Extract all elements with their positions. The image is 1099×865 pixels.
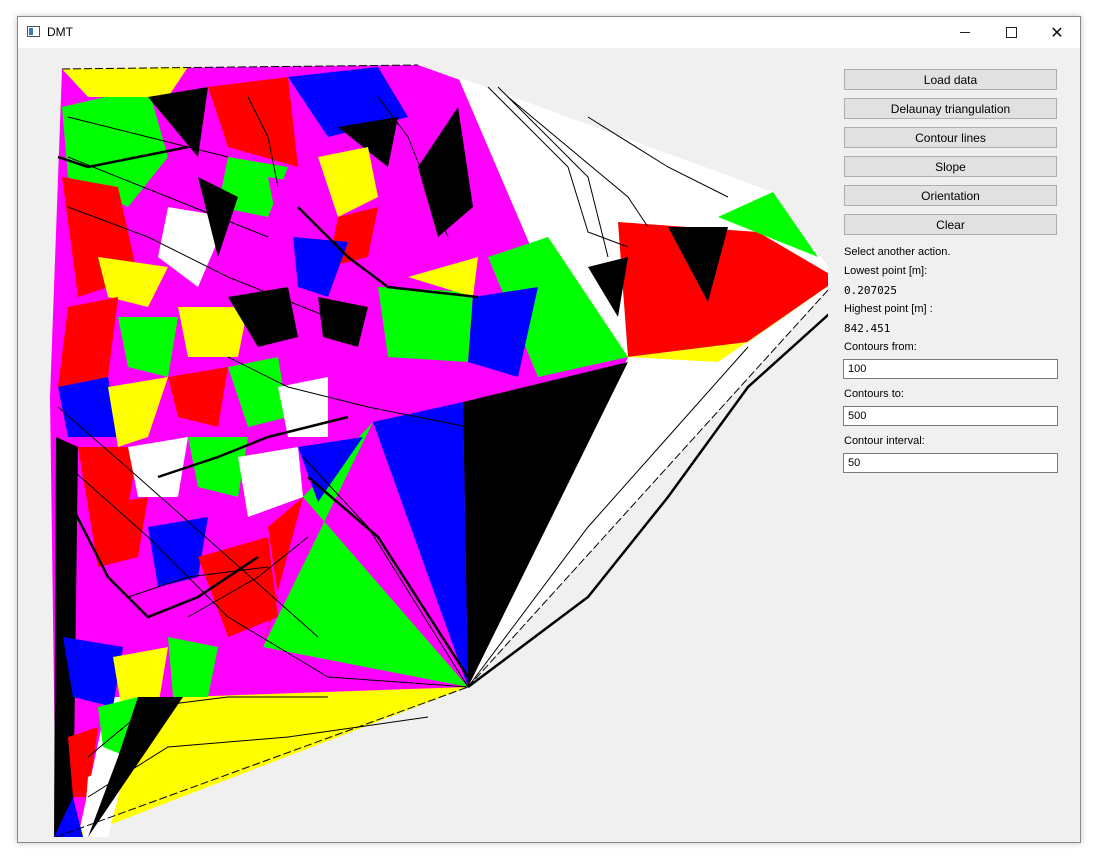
app-window: DMT ✕ Load data Delaunay triangulation C… (17, 16, 1081, 843)
triangle (78, 447, 138, 507)
close-button[interactable]: ✕ (1034, 17, 1080, 48)
contour-lines-button[interactable]: Contour lines (844, 127, 1057, 148)
minimize-button[interactable] (942, 17, 988, 48)
contours-from-label: Contours from: (844, 341, 917, 353)
delaunay-button[interactable]: Delaunay triangulation (844, 98, 1057, 119)
contour-interval-input[interactable] (843, 453, 1058, 473)
contours-to-label: Contours to: (844, 388, 904, 400)
orientation-button[interactable]: Orientation (844, 185, 1057, 206)
highest-point-value: 842.451 (844, 322, 891, 335)
maximize-icon (1005, 27, 1017, 38)
slope-button[interactable]: Slope (844, 156, 1057, 177)
title-bar[interactable]: DMT ✕ (18, 17, 1080, 48)
terrain-canvas[interactable] (28, 57, 828, 837)
close-icon: ✕ (1050, 24, 1064, 42)
triangle (58, 377, 118, 437)
triangle (128, 437, 188, 497)
window-title: DMT (47, 25, 73, 39)
triangle (378, 287, 473, 362)
contours-to-input[interactable] (843, 406, 1058, 426)
contour-interval-label: Contour interval: (844, 435, 925, 447)
app-icon (27, 26, 40, 37)
minimize-icon (960, 32, 970, 33)
triangle (178, 307, 248, 357)
lowest-point-label: Lowest point [m]: (844, 265, 928, 277)
clear-button[interactable]: Clear (844, 214, 1057, 235)
status-label: Select another action. (844, 246, 951, 258)
control-panel: Load data Delaunay triangulation Contour… (843, 69, 1058, 479)
load-data-button[interactable]: Load data (844, 69, 1057, 90)
highest-point-label: Highest point [m] : (844, 303, 933, 315)
contours-from-input[interactable] (843, 359, 1058, 379)
maximize-button[interactable] (988, 17, 1034, 48)
lowest-point-value: 0.207025 (844, 284, 897, 297)
